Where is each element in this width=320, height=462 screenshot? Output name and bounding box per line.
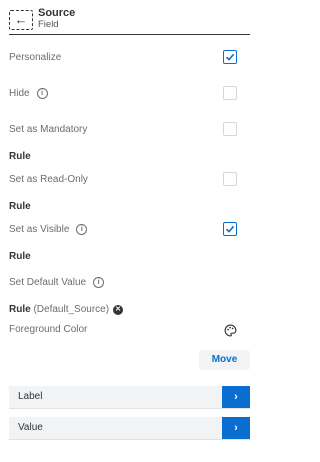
back-button[interactable]: ← <box>9 10 33 30</box>
clear-rule-icon[interactable]: ✕ <box>113 305 124 315</box>
default-rule-value: (Default_Source) <box>33 304 110 315</box>
set-default-value-label-text: Set Default Value <box>9 277 87 288</box>
foreground-color-label: Foreground Color <box>9 324 88 335</box>
info-icon[interactable]: i <box>93 277 105 288</box>
page-title: Source <box>38 7 76 19</box>
personalize-checkbox[interactable] <box>223 50 237 64</box>
mandatory-rule-link[interactable]: Rule <box>9 151 31 162</box>
hide-label: Hide i <box>9 88 48 99</box>
back-arrow-icon: ← <box>14 12 28 27</box>
label-navigate-button[interactable]: › <box>222 386 250 408</box>
move-button[interactable]: Move <box>199 350 250 370</box>
checkmark-icon <box>225 225 235 233</box>
set-default-value-label: Set Default Value i <box>9 277 105 288</box>
set-as-visible-label: Set as Visible i <box>9 224 88 235</box>
value-navigate-button[interactable]: › <box>222 417 250 439</box>
chevron-right-icon: › <box>234 391 238 403</box>
set-as-mandatory-label: Set as Mandatory <box>9 124 88 135</box>
personalize-label: Personalize <box>9 52 62 63</box>
set-as-read-only-checkbox[interactable] <box>223 172 237 186</box>
hide-label-text: Hide <box>9 88 30 99</box>
info-icon[interactable]: i <box>36 88 48 99</box>
label-section-bar[interactable]: Label › <box>9 386 250 409</box>
page-subtitle: Field <box>38 19 59 30</box>
value-section-title: Value <box>18 422 43 433</box>
set-as-visible-checkbox[interactable] <box>223 222 237 236</box>
move-button-container: Move <box>199 350 250 370</box>
info-icon[interactable]: i <box>76 224 88 235</box>
set-as-mandatory-checkbox[interactable] <box>223 122 237 136</box>
value-section-bar[interactable]: Value › <box>9 417 250 440</box>
header-divider <box>9 34 250 35</box>
set-as-visible-label-text: Set as Visible <box>9 224 70 235</box>
set-as-read-only-label: Set as Read-Only <box>9 174 88 185</box>
read-only-rule-link[interactable]: Rule <box>9 201 31 212</box>
checkmark-icon <box>225 53 235 61</box>
default-rule: Rule (Default_Source) ✕ <box>9 304 124 315</box>
palette-icon[interactable] <box>224 324 237 337</box>
visible-rule-link[interactable]: Rule <box>9 251 31 262</box>
label-section-title: Label <box>18 391 43 402</box>
hide-checkbox[interactable] <box>223 86 237 100</box>
chevron-right-icon: › <box>234 422 238 434</box>
header: ← Source Field <box>0 0 261 36</box>
default-rule-link[interactable]: Rule <box>9 304 31 315</box>
